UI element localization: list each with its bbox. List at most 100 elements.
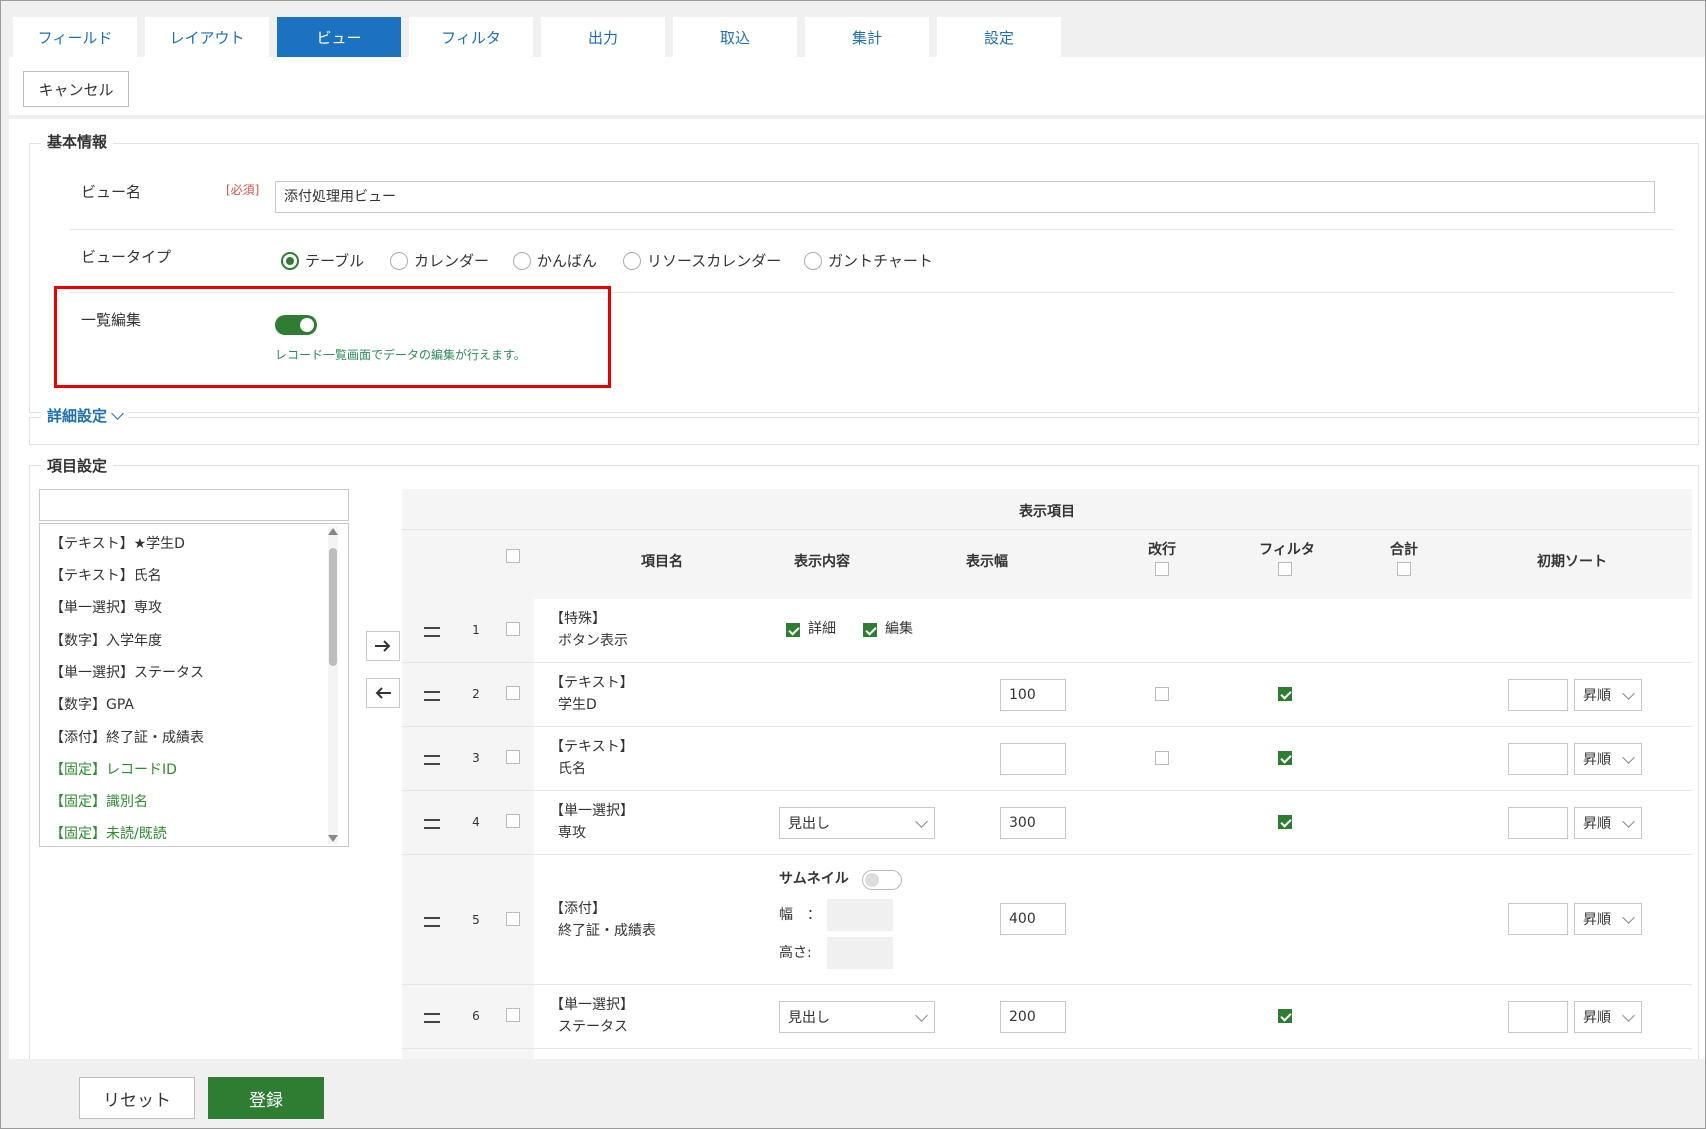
sort-priority-input[interactable] bbox=[1508, 743, 1568, 775]
wrap-all-checkbox[interactable] bbox=[1155, 562, 1169, 576]
sort-priority-input[interactable] bbox=[1508, 1001, 1568, 1033]
select-all-checkbox[interactable] bbox=[506, 549, 520, 563]
thumb-height-input[interactable] bbox=[827, 937, 893, 969]
list-item[interactable]: 【単一選択】専攻 bbox=[50, 597, 162, 617]
sort-direction-value: 昇順 bbox=[1583, 912, 1611, 928]
row-number: 6 bbox=[472, 1009, 480, 1023]
tab-fields[interactable]: フィールド bbox=[13, 17, 137, 57]
width-input[interactable]: 100 bbox=[1000, 679, 1066, 711]
drag-handle-icon[interactable] bbox=[424, 691, 440, 701]
drag-handle-icon[interactable] bbox=[424, 1013, 440, 1023]
list-scrollbar[interactable] bbox=[328, 526, 338, 844]
filter-all-checkbox[interactable] bbox=[1278, 562, 1292, 576]
width-input[interactable] bbox=[1000, 743, 1066, 775]
sort-direction-select[interactable]: 昇順 bbox=[1574, 679, 1642, 711]
edit-checkbox[interactable] bbox=[863, 623, 877, 637]
sort-priority-input[interactable] bbox=[1508, 807, 1568, 839]
total-all-checkbox[interactable] bbox=[1397, 562, 1411, 576]
wrap-checkbox[interactable] bbox=[1155, 751, 1169, 765]
radio-gantt[interactable]: ガントチャート bbox=[804, 250, 933, 271]
chevron-down-icon bbox=[1622, 750, 1635, 764]
tab-settings[interactable]: 設定 bbox=[937, 17, 1061, 57]
sort-direction-select[interactable]: 昇順 bbox=[1574, 903, 1642, 935]
sort-direction-select[interactable]: 昇順 bbox=[1574, 743, 1642, 775]
details-toggle[interactable]: 詳細設定 bbox=[41, 405, 129, 426]
list-item[interactable]: 【固定】未読/既読 bbox=[50, 823, 167, 843]
row-field-type: 【テキスト】 bbox=[550, 739, 634, 755]
radio-table[interactable]: テーブル bbox=[281, 250, 364, 271]
table-row: 3 【テキスト】 氏名 昇順 bbox=[402, 727, 1692, 791]
tab-layout[interactable]: レイアウト bbox=[145, 17, 269, 57]
chevron-down-icon bbox=[1622, 814, 1635, 828]
details-label: 詳細設定 bbox=[47, 407, 108, 425]
content-select[interactable]: 見出し bbox=[779, 1001, 935, 1033]
drag-handle-icon[interactable] bbox=[424, 917, 440, 927]
sort-priority-input[interactable] bbox=[1508, 679, 1568, 711]
detail-checkbox[interactable] bbox=[786, 623, 800, 637]
row-field-name: 専攻 bbox=[558, 825, 586, 841]
filter-checkbox[interactable] bbox=[1278, 815, 1292, 829]
table-header-divider bbox=[402, 529, 1692, 530]
width-input[interactable]: 200 bbox=[1000, 1001, 1066, 1033]
row-checkbox[interactable] bbox=[506, 686, 520, 700]
highlight-box bbox=[54, 286, 611, 388]
width-input[interactable]: 400 bbox=[1000, 903, 1066, 935]
wrap-checkbox[interactable] bbox=[1155, 687, 1169, 701]
scroll-down-icon[interactable] bbox=[328, 835, 338, 842]
list-item[interactable]: 【固定】識別名 bbox=[50, 791, 148, 811]
add-field-button[interactable] bbox=[366, 631, 400, 661]
thumb-width-input[interactable] bbox=[827, 899, 893, 931]
details-group bbox=[29, 417, 1699, 445]
submit-button[interactable]: 登録 bbox=[208, 1077, 324, 1119]
radio-resource-calendar[interactable]: リソースカレンダー bbox=[623, 250, 781, 271]
view-name-label: ビュー名 bbox=[81, 183, 142, 201]
table-row: 5 【添付】 終了証・成績表 サムネイル 幅 ： 高さ: 400 昇順 bbox=[402, 855, 1692, 985]
drag-handle-icon[interactable] bbox=[424, 819, 440, 829]
list-item[interactable]: 【固定】レコードID bbox=[50, 759, 177, 779]
col-header-wrap: 改行 bbox=[1148, 542, 1176, 558]
list-item[interactable]: 【数字】GPA bbox=[50, 694, 134, 714]
tab-filter[interactable]: フィルタ bbox=[409, 17, 533, 57]
view-type-label: ビュータイプ bbox=[81, 248, 172, 266]
available-fields-list[interactable]: 【テキスト】★学生D 【テキスト】氏名 【単一選択】専攻 【数字】入学年度 【単… bbox=[39, 523, 349, 847]
row-checkbox[interactable] bbox=[506, 1008, 520, 1022]
table-row: 1 【特殊】 ボタン表示 詳細 編集 bbox=[402, 599, 1692, 663]
filter-checkbox[interactable] bbox=[1278, 687, 1292, 701]
filter-checkbox[interactable] bbox=[1278, 751, 1292, 765]
radio-kanban[interactable]: かんばん bbox=[513, 250, 597, 271]
list-item[interactable]: 【テキスト】氏名 bbox=[50, 565, 162, 585]
filter-checkbox[interactable] bbox=[1278, 1009, 1292, 1023]
remove-field-button[interactable] bbox=[366, 678, 400, 708]
header-group-title: 表示項目 bbox=[1019, 504, 1075, 520]
row-checkbox[interactable] bbox=[506, 622, 520, 636]
radio-calendar[interactable]: カレンダー bbox=[390, 250, 489, 271]
row-checkbox[interactable] bbox=[506, 814, 520, 828]
sort-direction-select[interactable]: 昇順 bbox=[1574, 1001, 1642, 1033]
thumbnail-toggle[interactable] bbox=[862, 870, 902, 890]
width-input[interactable]: 300 bbox=[1000, 807, 1066, 839]
list-item[interactable]: 【添付】終了証・成績表 bbox=[50, 727, 204, 747]
drag-handle-icon[interactable] bbox=[424, 627, 440, 637]
scroll-thumb[interactable] bbox=[329, 548, 337, 666]
drag-handle-icon[interactable] bbox=[424, 755, 440, 765]
tab-view[interactable]: ビュー bbox=[277, 17, 401, 57]
tab-import[interactable]: 取込 bbox=[673, 17, 797, 57]
view-name-input[interactable]: 添付処理用ビュー bbox=[275, 181, 1655, 213]
scroll-up-icon[interactable] bbox=[328, 528, 338, 535]
list-item[interactable]: 【数字】入学年度 bbox=[50, 630, 162, 650]
tab-aggregate[interactable]: 集計 bbox=[805, 17, 929, 57]
content-select[interactable]: 見出し bbox=[779, 807, 935, 839]
sort-direction-select[interactable]: 昇順 bbox=[1574, 807, 1642, 839]
reset-button[interactable]: リセット bbox=[79, 1077, 195, 1119]
cancel-button[interactable]: キャンセル bbox=[23, 71, 129, 107]
field-search-input[interactable] bbox=[39, 489, 349, 521]
row-checkbox[interactable] bbox=[506, 912, 520, 926]
detail-label: 詳細 bbox=[808, 621, 836, 637]
row-checkbox[interactable] bbox=[506, 750, 520, 764]
arrow-left-icon bbox=[375, 687, 391, 699]
tab-output[interactable]: 出力 bbox=[541, 17, 665, 57]
list-item[interactable]: 【テキスト】★学生D bbox=[50, 533, 185, 553]
sort-priority-input[interactable] bbox=[1508, 903, 1568, 935]
list-item[interactable]: 【単一選択】ステータス bbox=[50, 662, 204, 682]
row-field-name: 学生D bbox=[558, 697, 597, 713]
